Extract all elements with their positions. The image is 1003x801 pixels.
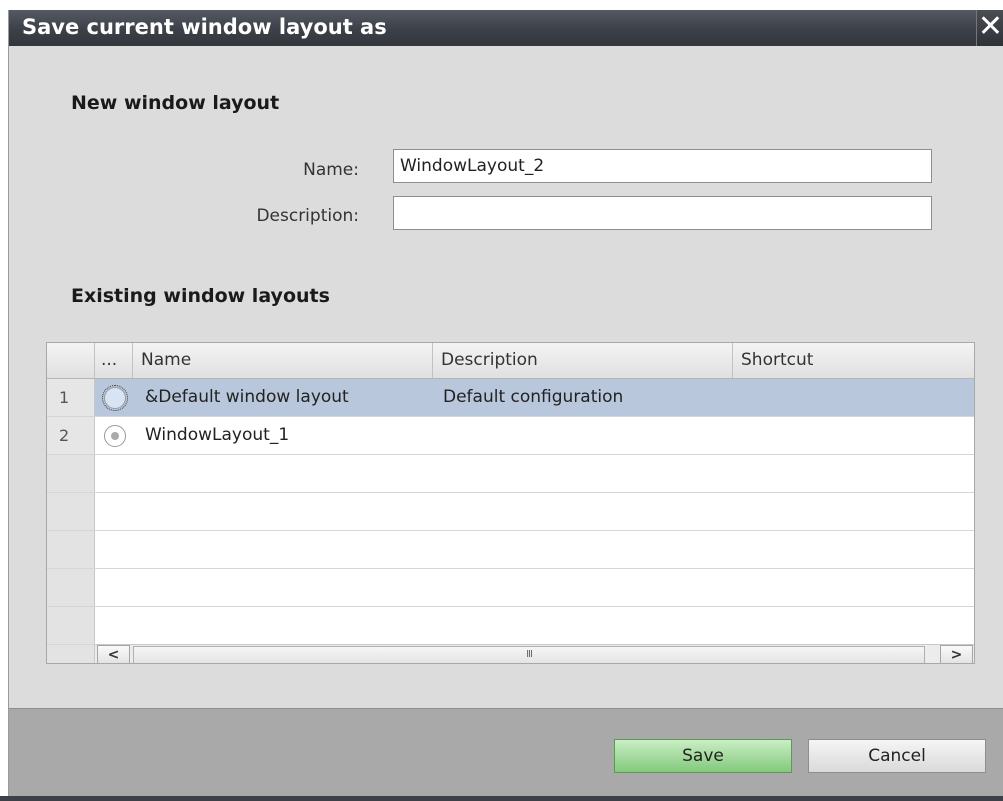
row-name: WindowLayout_1 [145, 425, 290, 445]
name-label: Name: [303, 160, 359, 180]
scroll-thumb[interactable]: III [133, 646, 925, 663]
row-number: 2 [47, 417, 95, 454]
table-row[interactable]: 1 &Default window layout Default configu… [47, 379, 974, 417]
empty-row [47, 607, 974, 645]
existing-layouts-heading: Existing window layouts [71, 285, 330, 307]
new-layout-heading: New window layout [71, 92, 280, 114]
dialog-title-bar: Save current window layout as ✕ [9, 10, 1003, 46]
save-button[interactable]: Save [614, 739, 792, 773]
table-row[interactable]: 2 WindowLayout_1 [47, 417, 974, 455]
dialog-title: Save current window layout as [22, 15, 387, 39]
layouts-table: ... Name Description Shortcut 1 &Default… [46, 342, 975, 664]
empty-row [47, 531, 974, 569]
dialog-footer: Save Cancel [9, 708, 1003, 796]
empty-row [47, 569, 974, 607]
cancel-button[interactable]: Cancel [808, 739, 986, 773]
row-radio[interactable] [104, 425, 126, 447]
header-name[interactable]: Name [133, 343, 433, 378]
save-layout-dialog: Save current window layout as ✕ New wind… [8, 10, 1003, 796]
description-label: Description: [256, 206, 359, 226]
horizontal-scrollbar[interactable]: < III > [95, 644, 974, 663]
header-shortcut[interactable]: Shortcut [733, 343, 974, 378]
header-select[interactable]: ... [95, 343, 133, 378]
row-radio[interactable] [102, 385, 128, 411]
row-name: &Default window layout [145, 387, 349, 407]
scroll-left-icon[interactable]: < [97, 645, 130, 663]
close-icon[interactable]: ✕ [976, 10, 1003, 46]
empty-row [47, 493, 974, 531]
radio-dot-icon [111, 432, 119, 440]
table-header: ... Name Description Shortcut [47, 343, 974, 379]
description-input[interactable] [393, 196, 932, 230]
scroll-right-icon[interactable]: > [940, 645, 973, 663]
header-description[interactable]: Description [433, 343, 733, 378]
bottom-border [0, 796, 1003, 801]
name-input[interactable] [393, 149, 932, 183]
header-rownum [47, 343, 95, 378]
row-description: Default configuration [443, 387, 624, 407]
empty-row [47, 455, 974, 493]
row-number: 1 [47, 379, 95, 416]
